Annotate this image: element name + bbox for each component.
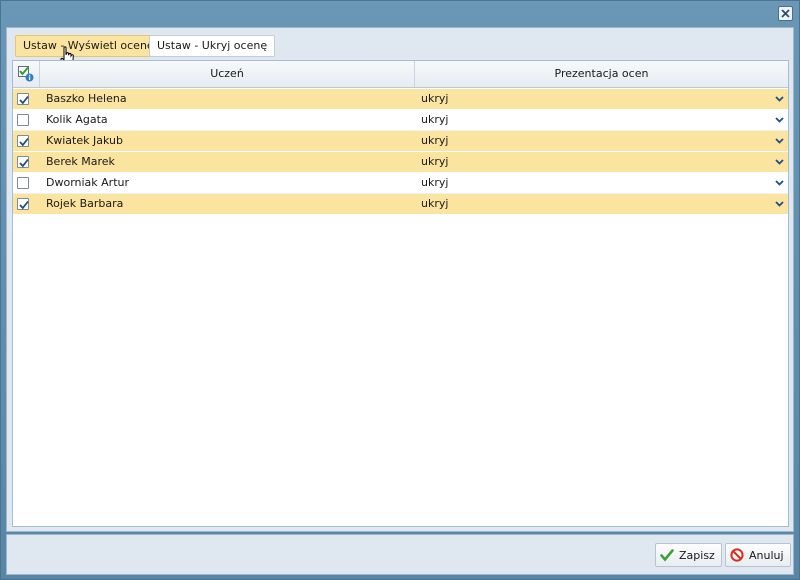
row-checkbox[interactable] [17,93,29,105]
table-row[interactable]: Kwiatek Jakub ukryj [13,131,788,152]
dialog-footer: Zapisz Anuluj [6,534,794,575]
student-name: Dworniak Artur [46,176,130,189]
checkmark-icon [660,549,674,562]
close-button[interactable] [778,6,793,21]
presentation-value: ukryj [421,113,449,126]
save-button[interactable]: Zapisz [655,543,722,567]
chevron-down-icon [775,138,784,144]
presentation-value: ukryj [421,155,449,168]
show-grade-button[interactable]: Ustaw - Wyświetl ocenę [15,35,162,57]
row-checkbox[interactable] [17,198,29,210]
hide-grade-button[interactable]: Ustaw - Ukryj ocenę [149,35,276,57]
chevron-down-icon [775,117,784,123]
cancel-button[interactable]: Anuluj [725,543,791,567]
cancel-label: Anuluj [749,548,784,562]
check-icon [19,137,29,147]
row-checkbox[interactable] [17,135,29,147]
check-icon [19,95,29,105]
table-row[interactable]: Berek Marek ukryj [13,152,788,173]
column-header-student[interactable]: Uczeń [40,61,415,87]
close-icon [781,9,790,18]
student-name: Baszko Helena [46,92,127,105]
students-grid: Uczeń Prezentacja ocen Baszko Helena ukry… [12,60,789,527]
student-name: Kwiatek Jakub [46,134,123,147]
student-name: Kolik Agata [46,113,108,126]
chevron-down-icon [775,159,784,165]
presentation-dropdown[interactable] [415,110,788,131]
chevron-down-icon [775,96,784,102]
row-checkbox[interactable] [17,177,29,189]
check-info-icon [18,66,34,82]
chevron-down-icon [775,180,784,186]
presentation-dropdown[interactable] [415,152,788,173]
save-label: Zapisz [679,548,715,562]
cancel-icon [730,548,744,562]
student-name: Berek Marek [46,155,115,168]
presentation-dropdown[interactable] [415,173,788,194]
presentation-dropdown[interactable] [415,89,788,110]
table-row[interactable]: Rojek Barbara ukryj [13,194,788,215]
presentation-value: ukryj [421,197,449,210]
student-name: Rojek Barbara [46,197,124,210]
row-checkbox[interactable] [17,156,29,168]
chevron-down-icon [775,201,784,207]
presentation-value: ukryj [421,176,449,189]
content-panel: Ustaw - Wyświetl ocenę Ustaw - Ukryj oce… [6,27,794,532]
presentation-value: ukryj [421,134,449,147]
table-row[interactable]: Baszko Helena ukryj [13,89,788,110]
select-all-header[interactable] [13,61,40,87]
row-checkbox[interactable] [17,114,29,126]
presentation-dropdown[interactable] [415,131,788,152]
grid-header: Uczeń Prezentacja ocen [13,61,788,88]
presentation-dropdown[interactable] [415,194,788,215]
presentation-value: ukryj [421,92,449,105]
check-icon [19,200,29,210]
column-header-presentation[interactable]: Prezentacja ocen [415,61,788,87]
table-row[interactable]: Kolik Agata ukryj [13,110,788,131]
title-bar [1,1,799,27]
check-icon [19,158,29,168]
table-row[interactable]: Dworniak Artur ukryj [13,173,788,194]
dialog-window: Ustaw - Wyświetl ocenę Ustaw - Ukryj oce… [0,0,800,580]
toolbar: Ustaw - Wyświetl ocenę Ustaw - Ukryj oce… [7,28,793,67]
